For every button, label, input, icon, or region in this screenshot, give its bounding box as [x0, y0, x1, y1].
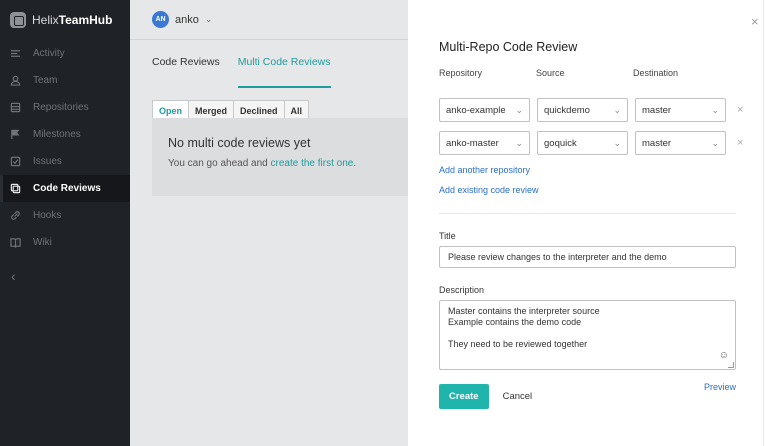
title-label: Title: [439, 231, 456, 241]
repository-row: anko-example ⌄ quickdemo ⌄ master ⌄ ×: [439, 98, 763, 122]
create-first-link[interactable]: create the first one: [271, 158, 354, 169]
sidebar-item-label: Issues: [33, 156, 62, 167]
remove-row-icon[interactable]: ×: [737, 137, 743, 149]
topbar: AN anko ⌄: [130, 0, 408, 40]
close-icon[interactable]: ×: [751, 14, 759, 29]
checkbox-icon: [10, 156, 21, 167]
form-actions: Create Cancel Preview: [439, 382, 736, 409]
source-select[interactable]: quickdemo ⌄: [537, 98, 628, 122]
chevron-down-icon: ⌄: [515, 137, 523, 148]
repository-row: anko-master ⌄ goquick ⌄ master ⌄ ×: [439, 131, 763, 155]
description-label: Description: [439, 285, 485, 295]
multi-repo-review-panel: Multi-Repo Code Review Repository Source…: [408, 0, 763, 446]
empty-state: No multi code reviews yet You can go ahe…: [152, 118, 408, 196]
divider: [439, 213, 736, 214]
sidebar-item-label: Team: [33, 75, 58, 86]
column-destination: Destination: [633, 68, 679, 78]
sidebar-item-milestones[interactable]: Milestones: [0, 121, 130, 148]
avatar[interactable]: AN: [152, 11, 169, 28]
chevron-down-icon[interactable]: ⌄: [205, 14, 213, 25]
sidebar: HelixTeamHub Activity Team Repositories …: [0, 0, 130, 446]
source-select[interactable]: goquick ⌄: [537, 131, 628, 155]
user-icon: [10, 75, 21, 86]
column-source: Source: [536, 68, 565, 78]
chevron-down-icon: ⌄: [515, 104, 523, 115]
repository-select[interactable]: anko-example ⌄: [439, 98, 530, 122]
sidebar-item-hooks[interactable]: Hooks: [0, 202, 130, 229]
chevron-down-icon: ⌄: [613, 104, 621, 115]
activity-icon: [10, 50, 21, 57]
link-icon: [11, 211, 20, 220]
repository-icon: [10, 102, 21, 113]
sidebar-item-label: Wiki: [33, 237, 52, 248]
sidebar-item-team[interactable]: Team: [0, 67, 130, 94]
description-textarea[interactable]: Master contains the interpreter source E…: [439, 300, 736, 370]
sidebar-item-label: Hooks: [33, 210, 62, 221]
chevron-down-icon: ⌄: [613, 137, 621, 148]
column-repository: Repository: [439, 68, 483, 78]
column-headers: Repository Source Destination: [439, 68, 763, 78]
chevron-down-icon: ⌄: [711, 137, 719, 148]
sidebar-item-issues[interactable]: Issues: [0, 148, 130, 175]
sidebar-item-label: Activity: [33, 48, 65, 59]
main-content: AN anko ⌄ Code Reviews Multi Code Review…: [130, 0, 408, 446]
brand-name: HelixTeamHub: [32, 13, 113, 27]
sidebar-item-label: Code Reviews: [33, 183, 101, 194]
add-existing-review-link[interactable]: Add existing code review: [439, 185, 763, 195]
sidebar-item-label: Milestones: [33, 129, 81, 140]
empty-state-text: You can go ahead and create the first on…: [168, 158, 357, 169]
sidebar-item-code-reviews[interactable]: Code Reviews: [0, 175, 130, 202]
repository-rows: anko-example ⌄ quickdemo ⌄ master ⌄ × anko-…: [439, 98, 763, 155]
preview-link[interactable]: Preview: [704, 382, 736, 392]
scrollbar[interactable]: [763, 0, 783, 446]
emoji-icon[interactable]: ☺: [719, 350, 729, 361]
panel-title: Multi-Repo Code Review: [439, 40, 578, 54]
empty-state-title: No multi code reviews yet: [168, 136, 311, 150]
collapse-sidebar-icon[interactable]: ‹: [11, 268, 16, 284]
create-button[interactable]: Create: [439, 384, 489, 409]
chevron-down-icon: ⌄: [711, 104, 719, 115]
tab-code-reviews[interactable]: Code Reviews: [152, 56, 220, 88]
repository-select[interactable]: anko-master ⌄: [439, 131, 530, 155]
review-tabs: Code Reviews Multi Code Reviews: [130, 40, 408, 88]
destination-select[interactable]: master ⌄: [635, 98, 726, 122]
add-repository-link[interactable]: Add another repository: [439, 165, 763, 175]
helix-logo-icon: [10, 12, 26, 28]
sidebar-item-activity[interactable]: Activity: [0, 40, 130, 67]
tab-multi-code-reviews[interactable]: Multi Code Reviews: [237, 56, 331, 88]
title-input[interactable]: Please review changes to the interpreter…: [439, 246, 736, 268]
brand[interactable]: HelixTeamHub: [0, 0, 130, 40]
remove-row-icon[interactable]: ×: [737, 104, 743, 116]
resize-handle-icon[interactable]: [728, 362, 734, 368]
destination-select[interactable]: master ⌄: [635, 131, 726, 155]
cancel-button[interactable]: Cancel: [503, 391, 533, 402]
book-icon: [10, 238, 21, 248]
sidebar-item-repositories[interactable]: Repositories: [0, 94, 130, 121]
sidebar-item-wiki[interactable]: Wiki: [0, 229, 130, 256]
sidebar-nav: Activity Team Repositories Milestones Is…: [0, 40, 130, 256]
code-review-icon: [10, 183, 21, 194]
user-name[interactable]: anko: [175, 14, 199, 26]
sidebar-item-label: Repositories: [33, 102, 89, 113]
flag-icon: [11, 129, 20, 140]
